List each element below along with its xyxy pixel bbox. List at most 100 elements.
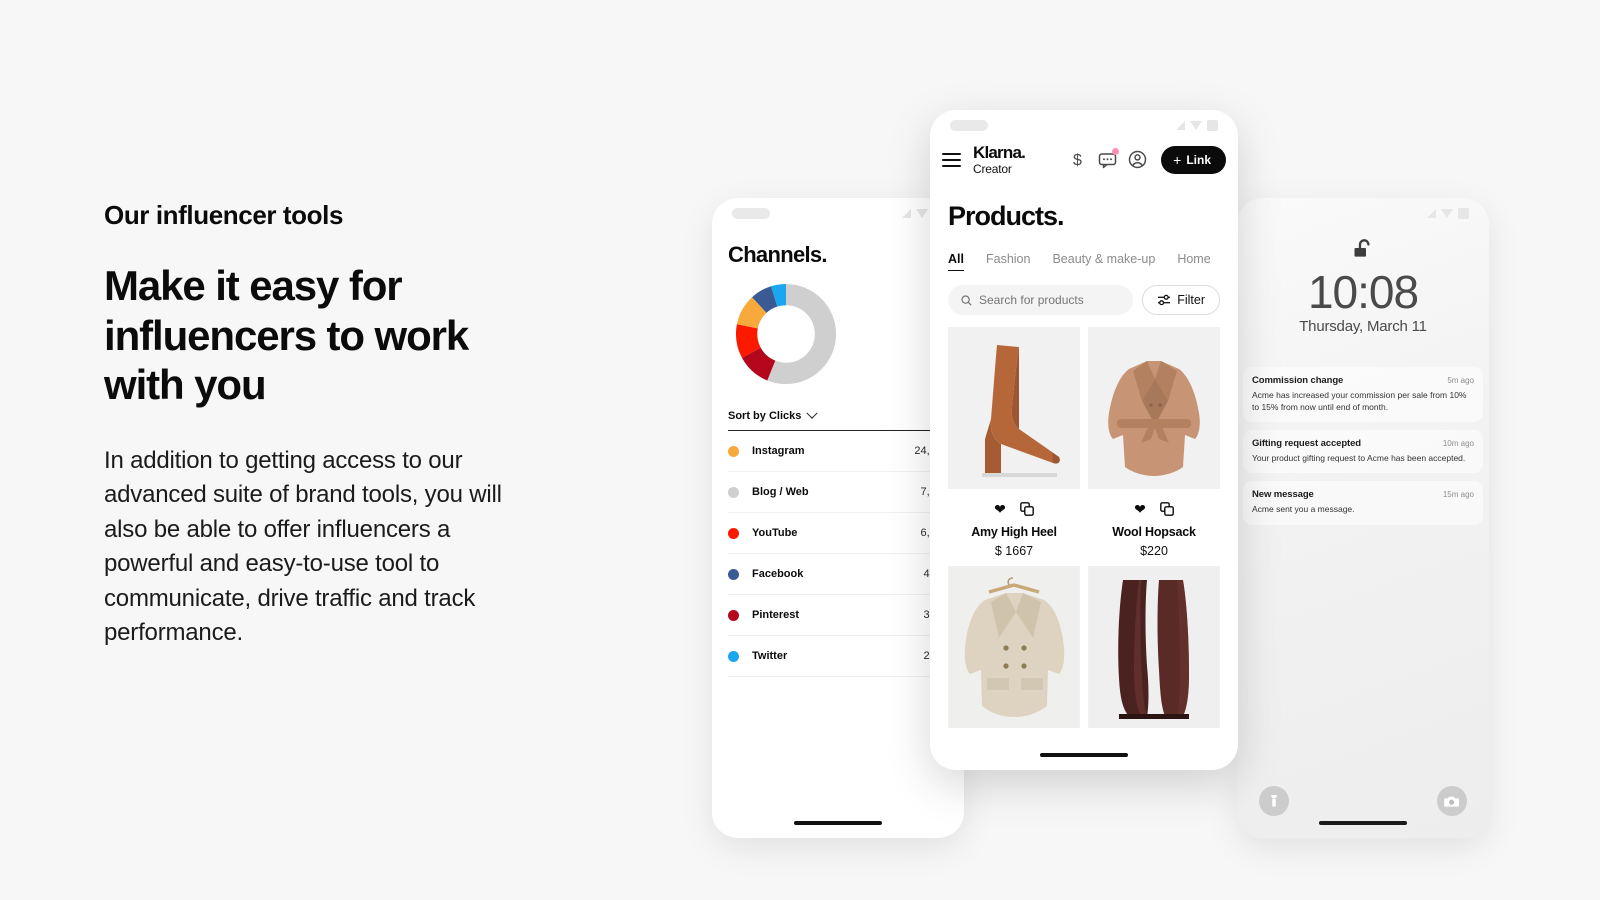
wifi-icon <box>1190 120 1202 130</box>
channel-color-dot <box>728 609 739 621</box>
notification-timestamp: 15m ago <box>1442 490 1474 500</box>
marketing-copy-block: Our influencer tools Make it easy for in… <box>104 200 504 651</box>
notification-title: Commission change <box>1252 375 1344 387</box>
notification-body: Acme has increased your commission per s… <box>1252 390 1467 413</box>
channel-color-dot <box>728 650 739 662</box>
messages-icon[interactable] <box>1098 148 1120 169</box>
eyebrow-text: Our influencer tools <box>104 200 344 230</box>
search-filter-row: Search for products Filter <box>930 271 1238 315</box>
channel-color-dot <box>728 486 739 498</box>
brand-subtitle: Creator <box>973 162 1012 176</box>
status-bar-products <box>930 110 1238 140</box>
notification-title: Gifting request accepted <box>1252 438 1361 450</box>
table-row[interactable]: Blog / Web 7,240 <box>728 472 948 513</box>
notification-badge <box>1112 148 1120 155</box>
notification-item[interactable]: New message 15m ago Acme sent you a mess… <box>1243 481 1483 525</box>
product-grid: ❤ Amy High Heel $ 1667 ❤ Wool Hopsack $2… <box>930 315 1238 728</box>
status-bar-icons <box>1427 207 1469 219</box>
dollar-earnings-icon[interactable]: $ <box>1068 150 1087 169</box>
product-card[interactable]: ❤ Wool Hopsack $220 <box>1088 327 1220 558</box>
favorite-heart-icon[interactable]: ❤ <box>994 502 1006 516</box>
home-indicator <box>1319 821 1407 825</box>
copy-link-icon[interactable] <box>1019 502 1034 516</box>
notification-item[interactable]: Gifting request accepted 10m ago Your pr… <box>1243 430 1483 474</box>
favorite-heart-icon[interactable]: ❤ <box>1134 502 1146 516</box>
notification-body: Acme sent you a message. <box>1252 504 1355 515</box>
channel-color-dot <box>728 568 739 580</box>
product-card[interactable]: ❤ Amy High Heel $ 1667 <box>948 327 1080 558</box>
table-row[interactable]: Facebook 4030 <box>728 554 948 595</box>
lock-time: 10:08 <box>1307 266 1419 318</box>
notification-header: Commission change 5m ago <box>1252 375 1474 386</box>
channel-color-dot <box>728 527 739 539</box>
tab-home[interactable]: Home <box>1177 252 1210 271</box>
search-icon <box>961 294 972 306</box>
channel-name: Blog / Web <box>752 486 809 498</box>
notification-timestamp: 10m ago <box>1442 439 1474 449</box>
search-input[interactable]: Search for products <box>948 285 1134 315</box>
battery-icon <box>1207 119 1218 131</box>
add-link-button[interactable]: + Link <box>1161 145 1226 174</box>
product-image-tall-boots <box>1088 566 1220 728</box>
app-header: Klarna. Creator $ + Link <box>930 140 1238 187</box>
notification-list: Commission change 5m ago Acme has increa… <box>1237 367 1489 525</box>
status-bar-pill <box>950 119 988 131</box>
product-actions: ❤ <box>948 502 1080 516</box>
wifi-icon <box>916 208 928 218</box>
product-price: $220 <box>1140 544 1168 558</box>
tab-all[interactable]: All <box>948 252 964 271</box>
brand-logo: Klarna. Creator <box>973 144 1026 176</box>
product-name: Wool Hopsack <box>1112 525 1196 539</box>
product-name: Amy High Heel <box>971 525 1057 539</box>
channels-donut-chart <box>734 282 838 386</box>
flashlight-button[interactable] <box>1259 786 1289 816</box>
plus-icon: + <box>1173 151 1182 168</box>
camera-button[interactable] <box>1437 786 1467 816</box>
channel-name: Instagram <box>752 445 805 457</box>
product-card[interactable] <box>1088 566 1220 728</box>
account-icon[interactable] <box>1128 150 1147 169</box>
signal-icon <box>1427 208 1436 218</box>
wifi-icon <box>1441 208 1453 218</box>
product-image-beige-jacket <box>948 566 1080 728</box>
flashlight-icon <box>1271 795 1277 807</box>
notification-timestamp: 5m ago <box>1447 376 1474 386</box>
table-row[interactable]: Instagram 24,302 <box>728 431 948 472</box>
product-image-wool-hopsack <box>1088 327 1220 489</box>
signal-icon <box>1176 120 1185 130</box>
sort-by-dropdown[interactable]: Sort by Clicks <box>728 407 948 431</box>
lock-screen-phone: 10:08 Thursday, March 11 Commission chan… <box>1237 198 1489 838</box>
sort-by-label: Sort by Clicks <box>728 410 802 422</box>
tab-fashion[interactable]: Fashion <box>986 252 1030 271</box>
channels-phone: Channels. Sort by Clicks Instagram Blog … <box>712 198 964 838</box>
filter-button[interactable]: Filter <box>1142 285 1220 315</box>
table-row[interactable]: Pinterest 3510 <box>728 595 948 636</box>
table-row[interactable]: Twitter 2010 <box>728 636 948 677</box>
signal-icon <box>902 208 911 218</box>
lock-shortcut-row <box>1237 786 1489 816</box>
channel-name: Twitter <box>752 650 788 662</box>
table-row[interactable]: YouTube 6,541 <box>728 513 948 554</box>
tab-beauty-makeup[interactable]: Beauty & make-up <box>1052 252 1155 271</box>
status-bar-lock <box>1237 198 1489 228</box>
status-bar-pill <box>732 207 770 219</box>
channel-color-dot <box>728 445 739 457</box>
channels-title: Channels. <box>728 242 828 267</box>
add-link-label: Link <box>1186 152 1211 167</box>
donut-chart-wrapper <box>728 282 948 386</box>
notification-title: New message <box>1252 489 1314 501</box>
channels-content: Channels. Sort by Clicks Instagram Blog … <box>712 228 964 677</box>
notification-header: Gifting request accepted 10m ago <box>1252 438 1474 449</box>
products-phone: Klarna. Creator $ + Link Products. All F… <box>930 110 1238 770</box>
product-image-amy-high-heel <box>948 327 1080 489</box>
hamburger-menu-icon[interactable] <box>942 152 961 167</box>
status-bar-channels <box>712 198 964 228</box>
product-card[interactable] <box>948 566 1080 728</box>
product-actions: ❤ <box>1088 502 1220 516</box>
notification-item[interactable]: Commission change 5m ago Acme has increa… <box>1243 367 1483 423</box>
camera-icon <box>1444 796 1459 807</box>
channel-name: YouTube <box>752 527 798 539</box>
copy-link-icon[interactable] <box>1159 502 1174 516</box>
product-price: $ 1667 <box>994 544 1034 558</box>
body-paragraph: In addition to getting access to our adv… <box>104 446 502 647</box>
